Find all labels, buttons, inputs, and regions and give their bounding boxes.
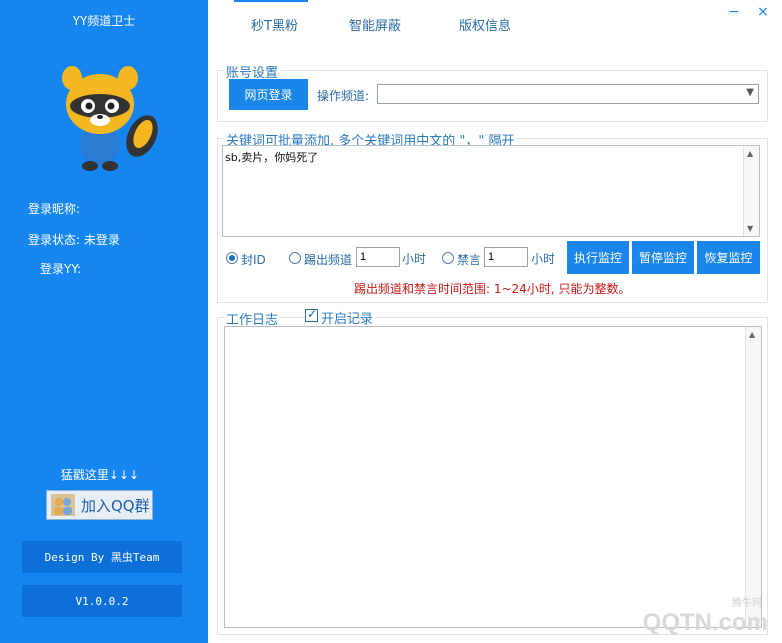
qq-button-label: 加入QQ群 [81, 496, 150, 515]
login-nickname: 登录昵称: [28, 202, 81, 216]
tab-copyright[interactable]: 版权信息 [459, 15, 511, 34]
log-output[interactable]: ▲ [224, 326, 762, 628]
qq-group-icon [51, 494, 75, 516]
kick-hour-unit: 小时 [402, 252, 427, 266]
app-title: YY频道卫士 [72, 14, 136, 28]
minimize-button[interactable]: − [728, 4, 740, 20]
channel-label: 操作频道: [317, 89, 370, 103]
channel-select[interactable]: ▼ [377, 84, 759, 104]
mute-hour-unit: 小时 [531, 252, 556, 266]
ban-id-label: 封ID [241, 253, 266, 267]
enable-log-checkbox[interactable] [305, 307, 318, 322]
keywords-input[interactable]: sb,卖片，你妈死了 ▲ ▼ [222, 145, 760, 237]
design-by: Design By 黑虫Team [22, 541, 182, 573]
tab-kick-fans[interactable]: 秒T黑粉 [251, 15, 298, 34]
close-button[interactable]: × [757, 4, 769, 20]
scroll-up-icon[interactable]: ▲ [747, 149, 753, 158]
tab-bar: 秒T黑粉 智能屏蔽 版权信息 [208, 0, 782, 40]
mute-radio[interactable] [442, 252, 454, 264]
kick-radio[interactable] [289, 252, 301, 264]
watermark-small: 腾牛网 [732, 598, 762, 609]
scroll-down-icon[interactable]: ▼ [747, 224, 753, 233]
keywords-scrollbar[interactable]: ▲ ▼ [743, 146, 759, 236]
mascot-logo [62, 66, 158, 171]
resume-monitor-button[interactable]: 恢复监控 [697, 241, 760, 274]
active-tab-indicator [234, 0, 308, 2]
ban-id-radio[interactable] [226, 252, 238, 264]
keywords-text: sb,卖片，你妈死了 [225, 151, 319, 164]
login-yy: 登录YY: [40, 262, 82, 276]
chevron-down-icon: ▼ [746, 87, 754, 98]
login-status: 登录状态: 未登录 [28, 233, 120, 247]
kick-hours-input[interactable] [356, 247, 400, 267]
sidebar: YY频道卫士 登录昵称: 登录状态: 未登录 登录YY: 猛戳这里↓↓↓ 加入Q… [0, 0, 208, 643]
hours-range-warning: 踢出频道和禁言时间范围: 1~24小时, 只能为整数。 [354, 282, 631, 296]
start-monitor-button[interactable]: 执行监控 [567, 241, 629, 274]
pause-monitor-button[interactable]: 暂停监控 [632, 241, 694, 274]
watermark: QQTN.com [642, 609, 768, 636]
mute-label: 禁言 [457, 253, 482, 267]
tab-smart-block[interactable]: 智能屏蔽 [349, 15, 401, 34]
version: V1.0.0.2 [22, 585, 182, 617]
join-qq-group-button[interactable]: 加入QQ群 [46, 490, 153, 520]
enable-log-label: 开启记录 [319, 308, 376, 327]
mute-hours-input[interactable] [484, 247, 528, 267]
promo-text: 猛戳这里↓↓↓ [60, 468, 140, 482]
web-login-button[interactable]: 网页登录 [229, 79, 308, 110]
kick-label: 踢出频道 [304, 253, 353, 267]
scroll-up-icon[interactable]: ▲ [749, 330, 755, 339]
log-scrollbar[interactable]: ▲ [745, 327, 761, 627]
